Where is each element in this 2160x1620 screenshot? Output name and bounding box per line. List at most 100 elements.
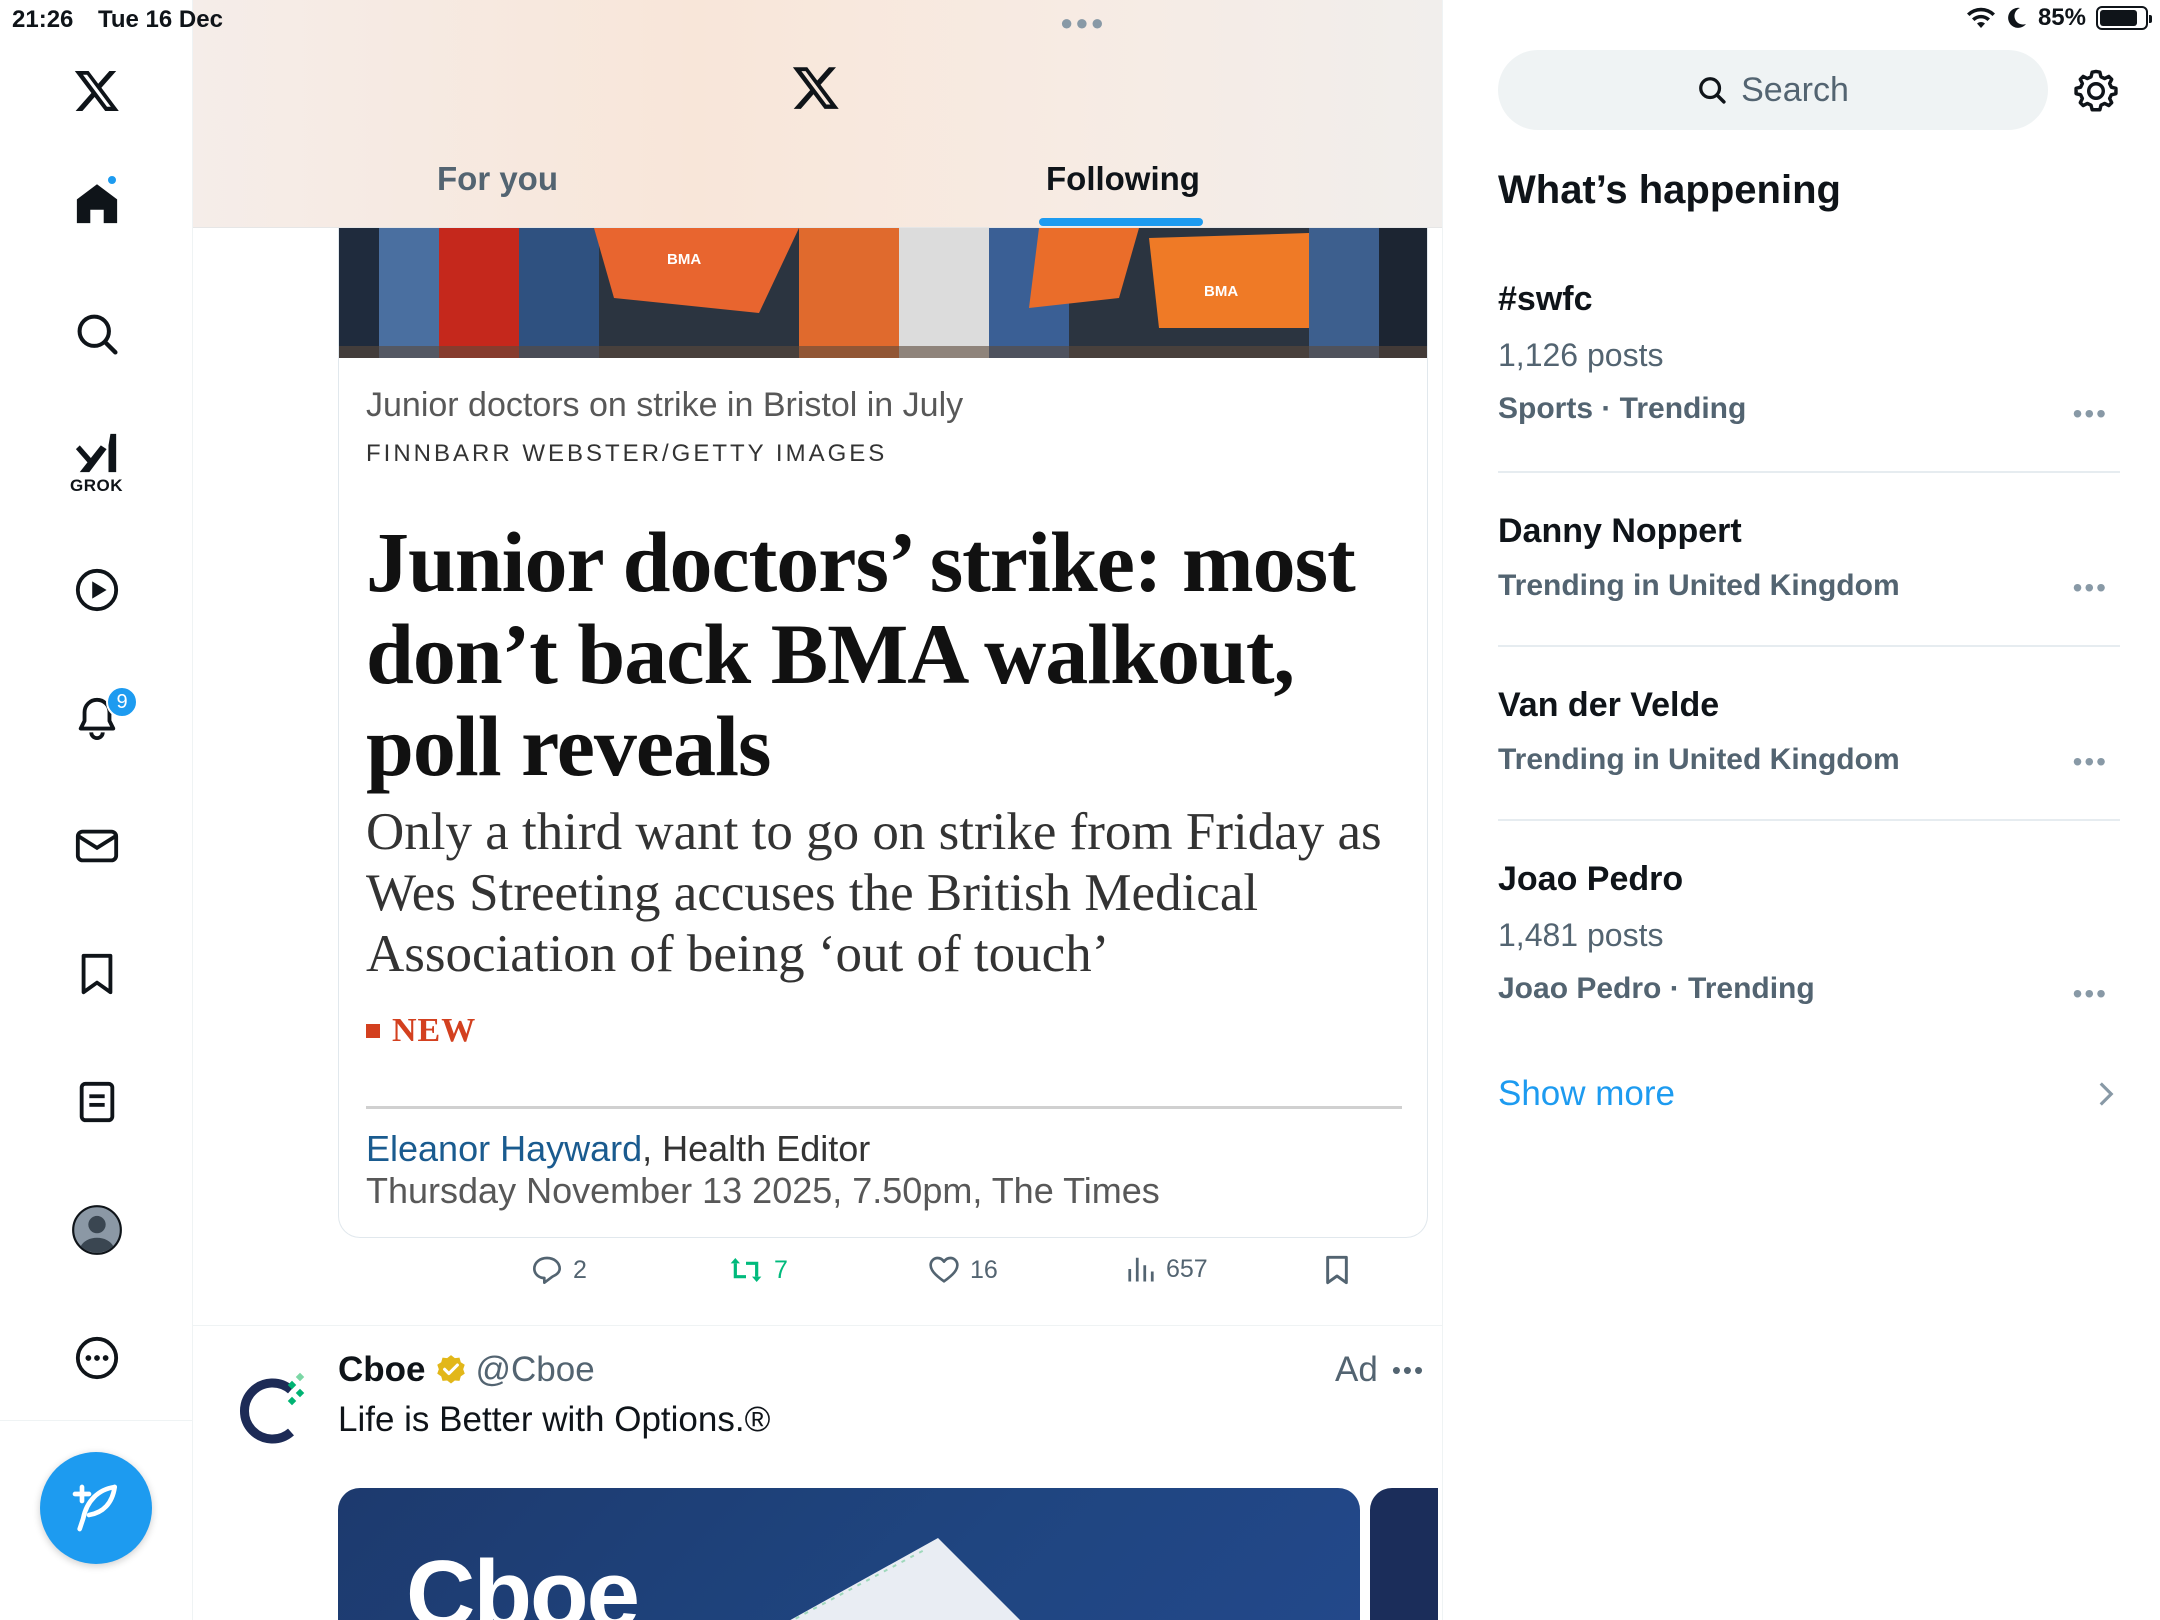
trend-posts: 1,481 posts xyxy=(1498,917,1664,953)
nav-profile[interactable] xyxy=(0,1202,193,1258)
reply-icon xyxy=(533,1256,561,1284)
trend-item[interactable]: Danny Noppert Trending in United Kingdom… xyxy=(1498,512,2120,603)
new-tag: NEW xyxy=(366,1012,476,1050)
ad-media-card[interactable]: Cboe xyxy=(338,1488,1360,1620)
post-action-bar: 2 7 16 657 xyxy=(338,1254,1348,1294)
views-button[interactable]: 657 xyxy=(1126,1254,1208,1284)
ad-more-icon[interactable]: ••• xyxy=(1392,1355,1425,1386)
ad-author[interactable]: Cboe @Cboe xyxy=(338,1350,595,1390)
main-timeline: For you Following BMA BMA Junior doctors… xyxy=(193,0,1443,1620)
ad-media-graphic xyxy=(790,1538,1020,1620)
placard-text: BMA xyxy=(1204,283,1238,300)
video-icon xyxy=(75,568,118,612)
ad-author-handle: @Cboe xyxy=(475,1350,595,1389)
battery-icon xyxy=(2096,6,2152,30)
bookmark-post-button[interactable] xyxy=(1321,1254,1353,1286)
ad-media-logo: Cboe xyxy=(406,1541,640,1620)
repost-count: 7 xyxy=(774,1255,788,1284)
trend-title: #swfc xyxy=(1498,280,1593,318)
show-more-link[interactable]: Show more xyxy=(1498,1074,1675,1114)
battery-fill xyxy=(2100,10,2138,26)
compose-button[interactable] xyxy=(40,1452,152,1564)
whats-happening-heading: What’s happening xyxy=(1498,168,1841,212)
ad-label: Ad xyxy=(1335,1350,1378,1389)
nav-divider xyxy=(0,1420,193,1421)
bookmark-icon xyxy=(1326,1255,1348,1285)
trend-item[interactable]: Van der Velde Trending in United Kingdom… xyxy=(1498,686,2120,777)
trend-title: Joao Pedro xyxy=(1498,860,1684,898)
x-logo[interactable] xyxy=(0,60,193,120)
wifi-icon xyxy=(1966,7,1995,28)
nav-more[interactable] xyxy=(0,1330,193,1386)
grok-icon xyxy=(75,433,116,473)
trend-more-icon[interactable]: ••• xyxy=(2073,978,2108,1010)
photo-caption: Junior doctors on strike in Bristol in J… xyxy=(366,386,964,424)
author-link[interactable]: Eleanor Hayward xyxy=(366,1128,642,1169)
trend-title: Danny Noppert xyxy=(1498,512,1742,550)
ad-media-carousel[interactable]: Cboe xyxy=(338,1488,1438,1620)
status-date: Tue 16 Dec xyxy=(98,6,223,33)
trend-title: Van der Velde xyxy=(1498,686,1720,724)
trend-more-icon[interactable]: ••• xyxy=(2073,398,2108,430)
mail-icon xyxy=(75,829,118,863)
status-indicators: 85% xyxy=(1966,4,2152,32)
battery-percent: 85% xyxy=(2037,4,2086,31)
status-bar: 21:26 Tue 16 Dec ●●● 85% xyxy=(0,0,2160,40)
trend-divider xyxy=(1498,645,2120,647)
settings-button[interactable] xyxy=(2073,68,2119,119)
trend-item[interactable]: Joao Pedro 1,481 posts Joao Pedro · Tren… xyxy=(1498,860,2120,1009)
ad-text: Life is Better with Options.® xyxy=(338,1400,771,1439)
article-divider xyxy=(366,1106,1402,1109)
like-button[interactable]: 16 xyxy=(928,1254,998,1286)
nav-notifications[interactable] xyxy=(0,690,193,746)
header-x-logo[interactable] xyxy=(790,62,842,117)
grok-label: GROK xyxy=(70,476,123,495)
ad-media-card-next[interactable] xyxy=(1370,1488,1438,1620)
nav-explore[interactable] xyxy=(0,306,193,362)
repost-button[interactable]: 7 xyxy=(728,1254,788,1286)
gear-icon xyxy=(2074,69,2118,112)
multitasking-dots-icon[interactable]: ●●● xyxy=(1060,10,1106,36)
nav-lists[interactable] xyxy=(0,1074,193,1130)
article-photo: BMA BMA xyxy=(339,228,1427,358)
article-headline: Junior doctors’ strike: most don’t back … xyxy=(366,514,1356,794)
author-role: , Health Editor xyxy=(642,1128,871,1169)
article-standfirst: Only a third want to go on strike from F… xyxy=(366,803,1382,983)
article-card[interactable]: BMA BMA Junior doctors on strike in Bris… xyxy=(338,228,1428,1238)
nav-grok[interactable]: GROK xyxy=(0,426,193,500)
reply-count: 2 xyxy=(573,1255,587,1284)
profile-icon xyxy=(71,1205,122,1255)
search-input[interactable]: Search xyxy=(1498,50,2048,130)
tab-following[interactable]: Following xyxy=(1046,160,1200,198)
more-icon xyxy=(75,1336,118,1380)
search-icon xyxy=(77,314,118,355)
nav-home[interactable] xyxy=(0,176,193,232)
reply-button[interactable]: 2 xyxy=(531,1254,587,1286)
views-chart-icon xyxy=(1128,1257,1154,1282)
photo-credit: FINNBARR WEBSTER/GETTY IMAGES xyxy=(366,440,888,467)
nav-video[interactable] xyxy=(0,562,193,618)
trend-divider xyxy=(1498,819,2120,821)
nav-messages[interactable] xyxy=(0,818,193,874)
trend-posts: 1,126 posts xyxy=(1498,337,1664,373)
trend-meta: Trending in United Kingdom xyxy=(1498,569,1900,602)
search-icon xyxy=(1699,77,1726,104)
ad-avatar[interactable] xyxy=(233,1370,315,1452)
article-byline: Eleanor Hayward, Health Editor xyxy=(366,1128,870,1170)
home-badge-dot xyxy=(106,174,118,186)
bookmark-icon xyxy=(81,953,112,995)
placard-text: BMA xyxy=(667,251,701,268)
ad-meta: Ad ••• xyxy=(1335,1350,1425,1390)
like-count: 16 xyxy=(970,1255,998,1284)
trend-meta: Trending in United Kingdom xyxy=(1498,743,1900,776)
trend-meta: Sports · Trending xyxy=(1498,392,1747,425)
new-tag-square-icon xyxy=(366,1024,380,1038)
ad-author-name: Cboe xyxy=(338,1350,426,1389)
trend-more-icon[interactable]: ••• xyxy=(2073,572,2108,604)
nav-bookmarks[interactable] xyxy=(0,946,193,1002)
trend-item[interactable]: #swfc 1,126 posts Sports · Trending ••• xyxy=(1498,280,2120,429)
trend-more-icon[interactable]: ••• xyxy=(2073,746,2108,778)
search-placeholder: Search xyxy=(1741,70,1849,109)
tab-for-you[interactable]: For you xyxy=(437,160,558,198)
article-dateline: Thursday November 13 2025, 7.50pm, The T… xyxy=(366,1170,1160,1211)
